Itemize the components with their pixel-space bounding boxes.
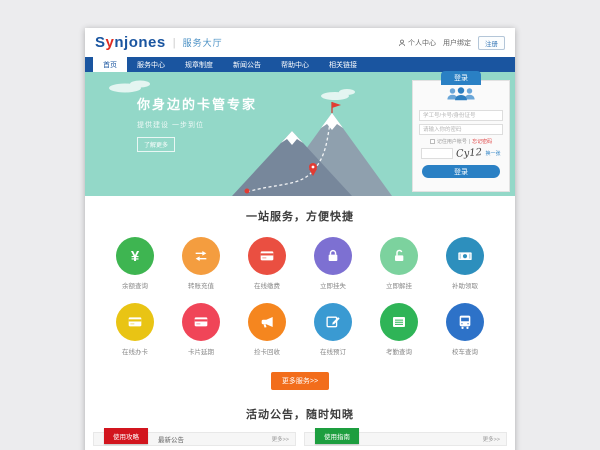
services-row-2: 在线办卡卡片延期捡卡回收在线预订考勤查询校车查询 [85,303,515,356]
service-item[interactable]: ¥ 余额查询 [107,237,163,290]
users-icon [444,85,478,102]
bank-card-icon[interactable] [248,237,286,275]
edit-icon[interactable] [314,303,352,341]
more-services-button[interactable]: 更多服务>> [271,372,329,390]
portal-name: 服务大厅 [183,36,223,49]
service-label: 余额查询 [107,280,163,290]
service-label: 在线缴费 [239,280,295,290]
service-item[interactable]: 立即解挂 [371,237,427,290]
captcha-refresh-link[interactable]: 换一张 [486,150,501,157]
hero-text: 你身边的卡管专家 提供建设 一步到位 了解更多 [137,94,257,152]
service-item[interactable]: 在线办卡 [107,303,163,356]
yen-icon[interactable]: ¥ [116,237,154,275]
captcha-input[interactable] [421,148,453,159]
nav-item-links[interactable]: 相关链接 [319,57,367,72]
header-link-personal-center[interactable]: 个人中心 [398,38,436,48]
service-label: 在线预订 [305,346,361,356]
logo: Synjones [95,34,166,51]
service-label: 捡卡回收 [239,346,295,356]
service-item[interactable]: 转账充值 [173,237,229,290]
nav-item-news[interactable]: 新闻公告 [223,57,271,72]
bank-card-icon[interactable] [116,303,154,341]
nav-item-rules[interactable]: 规章制度 [175,57,223,72]
service-item[interactable]: 卡片延期 [173,303,229,356]
services-row-1: ¥ 余额查询转账充值在线缴费立即挂失立即解挂补助领取 [85,237,515,290]
site-page: Synjones | 服务大厅 个人中心 用户绑定 注册 首页服务中心规章制度新… [85,28,515,450]
remember-label: 记住用户帐号 [437,138,467,145]
announcement-panel-right: 使用指南 更多>> [304,432,507,450]
nav-item-home[interactable]: 首页 [93,57,127,72]
bank-card-icon[interactable] [182,303,220,341]
service-item[interactable]: 在线缴费 [239,237,295,290]
service-item[interactable]: 补助领取 [437,237,493,290]
service-label: 立即解挂 [371,280,427,290]
lock-icon[interactable] [314,237,352,275]
logo-divider: | [173,37,176,49]
unlock-icon[interactable] [380,237,418,275]
announcement-panels: 使用攻略 最新公告 更多>> 使用指南 更多>> [85,422,515,450]
bus-icon[interactable] [446,303,484,341]
nav-item-service-center[interactable]: 服务中心 [127,57,175,72]
register-button[interactable]: 注册 [478,36,505,50]
service-item[interactable]: 考勤查询 [371,303,427,356]
header-right: 个人中心 用户绑定 注册 [398,36,505,50]
list-icon[interactable] [380,303,418,341]
remember-separator: | [469,139,470,145]
more-link-left[interactable]: 更多>> [272,435,289,443]
service-label: 立即挂失 [305,280,361,290]
hero-cta-button[interactable]: 了解更多 [137,137,175,152]
service-item[interactable]: 在线预订 [305,303,361,356]
remember-row: 记住用户帐号 | 忘记密码 [413,138,509,145]
panel-right-body [304,446,507,450]
tab-latest-announcements[interactable]: 最新公告 [158,434,184,444]
hero-subtitle: 提供建设 一步到位 [137,120,257,130]
password-input[interactable] [419,124,503,135]
service-item[interactable]: 捡卡回收 [239,303,295,356]
panel-right-header: 使用指南 更多>> [304,432,507,446]
header-link-label: 个人中心 [408,38,436,48]
more-link-right[interactable]: 更多>> [483,435,500,443]
hero-banner: 你身边的卡管专家 提供建设 一步到位 了解更多 登录 [85,72,515,196]
nav-item-help[interactable]: 帮助中心 [271,57,319,72]
username-input[interactable] [419,110,503,121]
site-header: Synjones | 服务大厅 个人中心 用户绑定 注册 [85,28,515,57]
transfer-icon[interactable] [182,237,220,275]
panel-left-body [93,446,296,450]
user-icon [398,39,406,47]
banknote-icon[interactable] [446,237,484,275]
logo-part1: S [95,34,106,51]
hero-title: 你身边的卡管专家 [137,94,257,113]
forgot-password-link[interactable]: 忘记密码 [472,138,492,145]
service-item[interactable]: 校车查询 [437,303,493,356]
panel-left-header: 使用攻略 最新公告 更多>> [93,432,296,446]
service-label: 卡片延期 [173,346,229,356]
services-title: 一站服务，方便快捷 [85,208,515,224]
announcements-title: 活动公告，随时知晓 [85,406,515,422]
tab-user-manual[interactable]: 使用指南 [315,428,359,444]
header-link-user-binding[interactable]: 用户绑定 [443,38,471,48]
service-label: 补助领取 [437,280,493,290]
captcha-image[interactable]: Cy12 [456,147,483,160]
service-label: 在线办卡 [107,346,163,356]
remember-checkbox[interactable] [430,139,435,144]
megaphone-icon[interactable] [248,303,286,341]
logo-part2: njones [114,34,165,51]
tab-usage-guide[interactable]: 使用攻略 [104,428,148,444]
login-panel: 登录 记住用户帐号 | 忘记密码 Cy12 换一张 登录 [412,80,510,192]
service-label: 校车查询 [437,346,493,356]
services-section: 一站服务，方便快捷 ¥ 余额查询转账充值在线缴费立即挂失立即解挂补助领取 在线办卡… [85,196,515,394]
service-item[interactable]: 立即挂失 [305,237,361,290]
login-submit-button[interactable]: 登录 [422,165,500,178]
service-label: 转账充值 [173,280,229,290]
service-label: 考勤查询 [371,346,427,356]
main-nav: 首页服务中心规章制度新闻公告帮助中心相关链接 [85,57,515,72]
captcha-row: Cy12 换一张 [413,148,509,159]
header-link-label: 用户绑定 [443,38,471,48]
login-tab[interactable]: 登录 [441,71,481,85]
announcements-section: 活动公告，随时知晓 使用攻略 最新公告 更多>> 使用指南 更多>> [85,394,515,450]
announcement-panel-left: 使用攻略 最新公告 更多>> [93,432,296,450]
